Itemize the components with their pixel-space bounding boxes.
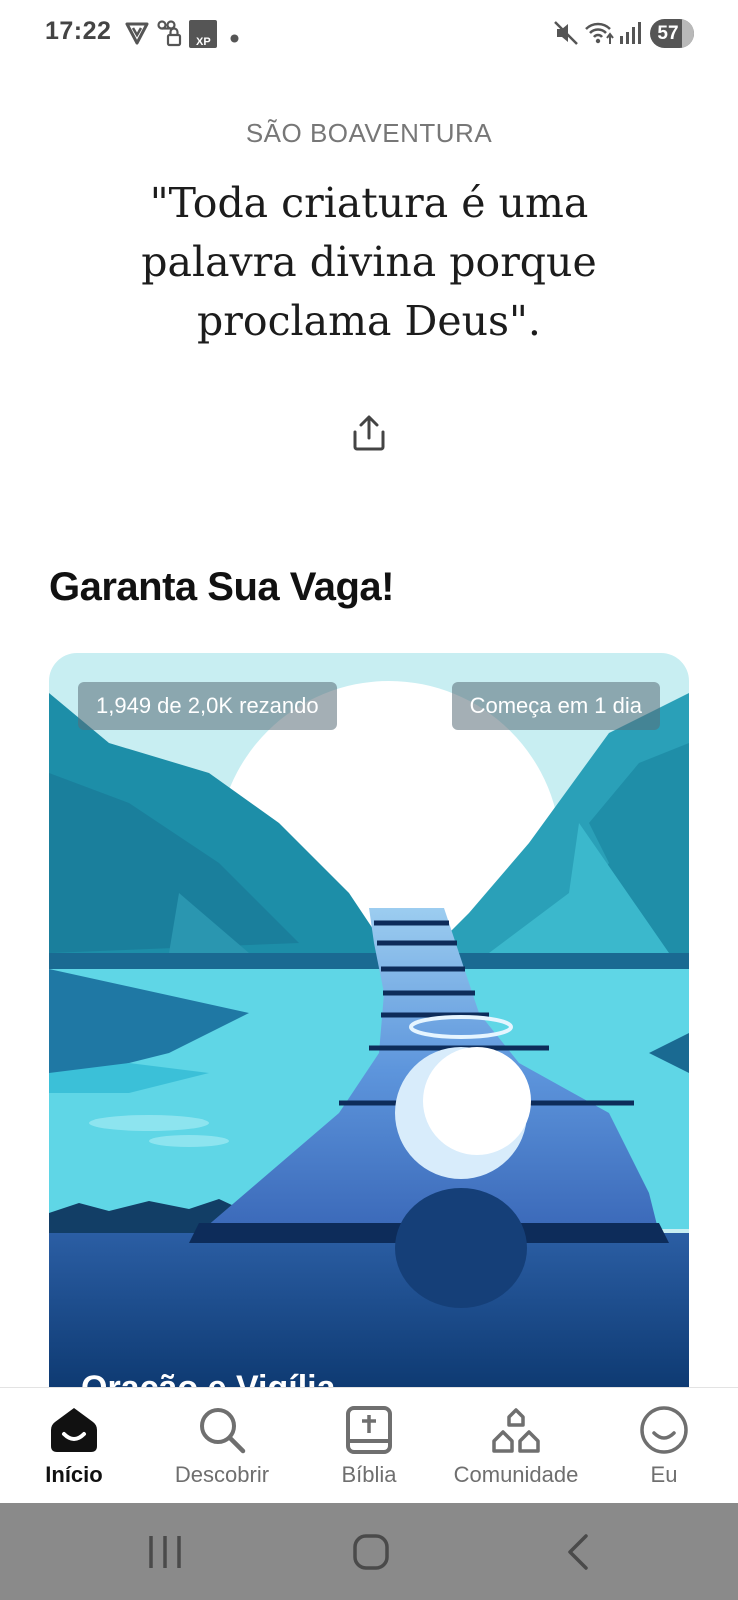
nav-label-comunidade: Comunidade — [453, 1462, 579, 1487]
recent-apps-icon — [149, 1536, 181, 1568]
home-button[interactable] — [346, 1529, 396, 1575]
battery-level: 57 — [657, 23, 679, 44]
nav-item-eu[interactable]: Eu — [590, 1388, 738, 1504]
wifi-icon — [584, 20, 616, 51]
nav-label-descobrir: Descobrir — [174, 1462, 270, 1487]
xp-app-icon: XP — [189, 20, 217, 53]
system-navigation-bar — [0, 1503, 738, 1600]
profile-smile-icon — [638, 1404, 690, 1456]
status-time: 17:22 — [45, 17, 112, 45]
voicemail-lock-icon — [157, 20, 183, 53]
community-icon — [490, 1404, 542, 1456]
start-time-badge: Começa em 1 dia — [451, 682, 660, 730]
nav-label-biblia: Bíblia — [341, 1462, 397, 1487]
nav-item-biblia[interactable]: Bíblia — [295, 1388, 443, 1504]
nav-item-comunidade[interactable]: Comunidade — [442, 1388, 590, 1504]
search-icon — [196, 1404, 248, 1456]
vpn-shield-icon — [124, 20, 150, 51]
home-icon — [353, 1534, 389, 1570]
nav-label-eu: Eu — [650, 1462, 678, 1487]
quote-text: "Toda criatura é uma palavra divina porq… — [141, 179, 597, 345]
quote-author: SÃO BOAVENTURA — [245, 118, 493, 148]
back-icon — [568, 1534, 588, 1570]
share-icon — [353, 415, 385, 451]
back-button[interactable] — [554, 1529, 604, 1575]
event-card[interactable]: 1,949 de 2,0K rezando Começa em 1 dia Or… — [49, 653, 689, 1388]
home-smile-icon — [48, 1404, 100, 1456]
section-title: Garanta Sua Vaga! — [49, 565, 394, 609]
mute-icon — [553, 20, 579, 51]
svg-text:XP: XP — [196, 36, 211, 48]
bible-icon — [343, 1404, 395, 1456]
status-bar: 17:22 XP 57 — [0, 0, 738, 68]
battery-icon: 57 — [650, 19, 694, 48]
nav-item-inicio[interactable]: Início — [0, 1388, 148, 1504]
nav-label-inicio: Início — [45, 1462, 103, 1487]
nav-item-descobrir[interactable]: Descobrir — [148, 1388, 296, 1504]
signal-icon — [619, 20, 643, 51]
notification-dot-icon — [230, 30, 239, 48]
participants-badge: 1,949 de 2,0K rezando — [78, 682, 337, 730]
bottom-navigation: Início Descobrir Bíblia Comunidade Eu — [0, 1387, 738, 1503]
card-title: Oração e Vigília — [81, 1369, 336, 1388]
card-illustration — [49, 653, 689, 1388]
share-button[interactable] — [348, 412, 390, 454]
recent-apps-button[interactable] — [140, 1529, 190, 1575]
